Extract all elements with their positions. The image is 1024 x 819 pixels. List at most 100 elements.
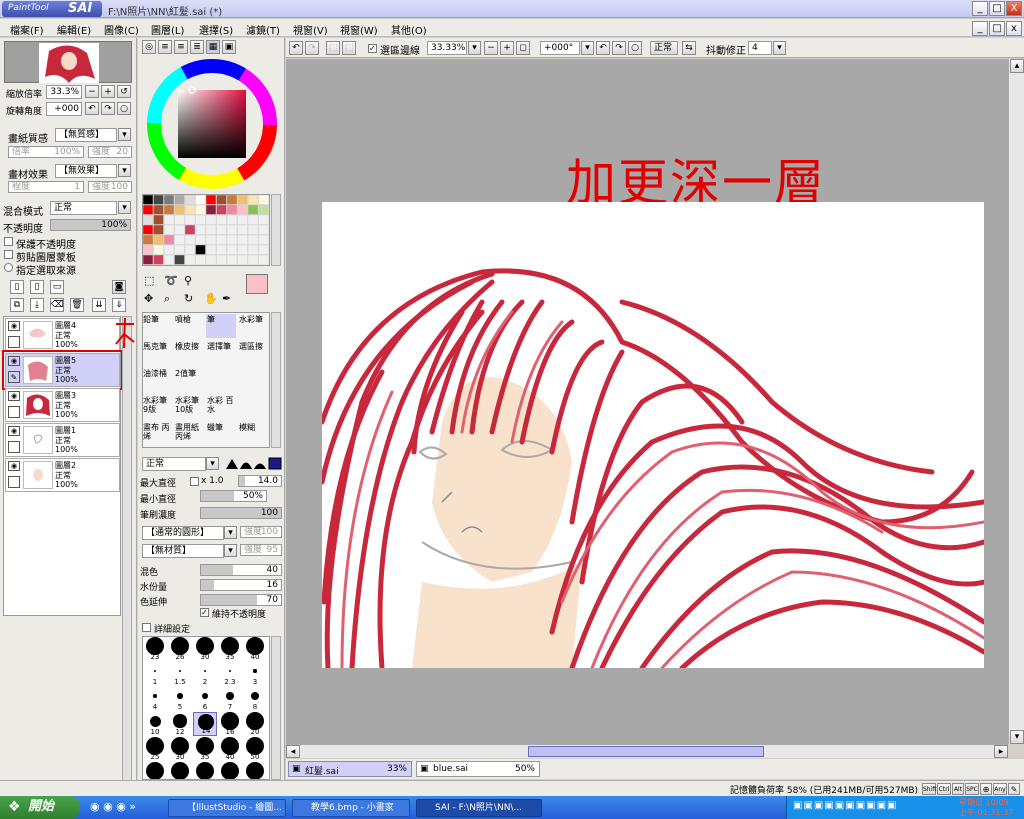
menu-other[interactable]: 其他(O) bbox=[391, 22, 427, 37]
keep-opacity-checkbox[interactable]: ✓ bbox=[200, 608, 209, 617]
scroll-right-icon[interactable]: ▸ bbox=[994, 745, 1008, 758]
tab-red-hair[interactable]: ▣ 紅髮.sai 33% bbox=[288, 761, 412, 777]
paper-rate-slider[interactable]: 倍率 100% bbox=[8, 146, 84, 158]
undo-icon[interactable]: ↶ bbox=[289, 41, 303, 55]
selection-edge-checkbox[interactable]: ✓ bbox=[368, 44, 377, 53]
brush-shape-dropdown-icon[interactable]: ▾ bbox=[224, 526, 237, 539]
merge-layer-icon[interactable]: ⤓ bbox=[30, 298, 44, 312]
brush-size-cell[interactable]: 3 bbox=[243, 662, 267, 686]
swatches-tab-icon[interactable]: ▦ bbox=[206, 40, 220, 54]
tool-4-1[interactable]: 畫用紙 丙烯 bbox=[174, 422, 204, 446]
tool-3-0[interactable]: 水彩筆 9版 bbox=[142, 395, 172, 419]
brush-size-cell[interactable]: 25 bbox=[143, 737, 167, 761]
opacity-slider[interactable]: 100% bbox=[50, 219, 131, 231]
brush-mode-dropdown-icon[interactable]: ▾ bbox=[206, 457, 219, 470]
new-layer-icon[interactable]: ▯ bbox=[10, 280, 24, 294]
tray-icons[interactable]: ▣▣▣▣▣▣▣▣▣▣ bbox=[793, 800, 897, 811]
lock-icon[interactable] bbox=[8, 476, 20, 488]
tool-4-0[interactable]: 畫布 丙烯 bbox=[142, 422, 172, 446]
scratchpad-tab-icon[interactable]: ▣ bbox=[222, 40, 236, 54]
view-mode-button[interactable]: 正常 bbox=[650, 41, 678, 55]
menu-select[interactable]: 選擇(S) bbox=[199, 22, 233, 37]
foreground-color[interactable] bbox=[246, 274, 268, 294]
flip-icon[interactable]: ⇆ bbox=[682, 41, 696, 55]
texture-strength-slider[interactable]: 強度 95 bbox=[240, 544, 282, 556]
tool-2-2[interactable] bbox=[206, 368, 236, 392]
horizontal-scrollbar[interactable]: ◂ ▸ bbox=[286, 744, 1008, 758]
doc-minimize-button[interactable]: _ bbox=[972, 21, 988, 36]
taskbar-item-illuststudio[interactable]: 【IllustStudio - 繪圖... bbox=[168, 799, 286, 817]
tool-0-1[interactable]: 噴槍 bbox=[174, 314, 204, 338]
density-slider[interactable]: 100 bbox=[200, 507, 282, 519]
size-mult-checkbox[interactable] bbox=[190, 477, 199, 486]
hsv-slider-tab-icon[interactable]: ≡ bbox=[174, 40, 188, 54]
pen-icon[interactable]: ✎ bbox=[8, 371, 20, 383]
paper-degree-slider[interactable]: 程度 1 bbox=[8, 181, 84, 193]
merge-visible-icon[interactable]: ⇓ bbox=[112, 298, 126, 312]
layer-scrollbar[interactable] bbox=[122, 316, 132, 790]
minimize-button[interactable]: _ bbox=[972, 1, 988, 16]
layer-item-2[interactable]: ◉ 圖層2 正常 100% bbox=[5, 458, 120, 492]
taskbar-item-sai[interactable]: SAI - F:\N照片\NN\... bbox=[416, 799, 542, 817]
selection-source-radio[interactable] bbox=[4, 263, 13, 272]
scroll-left-icon[interactable]: ◂ bbox=[286, 745, 300, 758]
paper-strength2-slider[interactable]: 強度 100 bbox=[88, 181, 132, 193]
paper-effect-select[interactable]: 【無效果】 bbox=[55, 164, 117, 178]
tool-scrollbar[interactable] bbox=[271, 312, 281, 448]
canvas-viewport[interactable]: 加更深一層 顏色 bbox=[286, 59, 1008, 744]
lock-icon[interactable] bbox=[8, 441, 20, 453]
deselect-icon[interactable]: ⬚ bbox=[326, 41, 340, 55]
lock-icon[interactable] bbox=[8, 336, 20, 348]
doc-close-button[interactable]: x bbox=[1006, 21, 1022, 36]
blend-mode-dropdown-icon[interactable]: ▾ bbox=[118, 201, 131, 214]
rotate-ccw-icon[interactable]: ↶ bbox=[596, 41, 610, 55]
brush-size-cell[interactable]: 6 bbox=[193, 687, 217, 711]
tool-4-2[interactable]: 蠟筆 bbox=[206, 422, 236, 446]
menu-image[interactable]: 圖像(C) bbox=[104, 22, 139, 37]
brush-size-cell[interactable]: 20 bbox=[243, 712, 267, 736]
brush-shape-select[interactable]: 【通常的圓形】 bbox=[142, 526, 224, 540]
brush-size-cell[interactable]: 50 bbox=[243, 737, 267, 761]
lock-icon[interactable] bbox=[8, 406, 20, 418]
lasso-icon[interactable]: ➰ bbox=[164, 274, 178, 287]
brush-size-cell[interactable]: 35 bbox=[193, 737, 217, 761]
rotate-icon[interactable]: ↻ bbox=[184, 292, 193, 305]
brush-size-cell[interactable]: 14 bbox=[193, 712, 217, 736]
toolbar-zoom-reset-icon[interactable]: ◻ bbox=[516, 41, 530, 55]
stabilizer-select[interactable]: 4 bbox=[748, 41, 772, 55]
color-wheel-tab-icon[interactable]: ◎ bbox=[142, 40, 156, 54]
tool-3-2[interactable]: 水彩 百水 bbox=[206, 395, 236, 419]
visibility-eye-icon[interactable]: ◉ bbox=[8, 321, 20, 331]
merge-down-icon[interactable]: ⇊ bbox=[92, 298, 106, 312]
brush-size-cell[interactable]: 16 bbox=[218, 712, 242, 736]
brush-size-cell[interactable]: 60 bbox=[143, 762, 167, 779]
redo-icon[interactable]: ↷ bbox=[305, 41, 319, 55]
layer-item-3[interactable]: ◉ 圖層3 正常 100% bbox=[5, 388, 120, 422]
dilution-slider[interactable]: 16 bbox=[200, 579, 282, 591]
rotate-left-button[interactable]: ↶ bbox=[85, 102, 99, 115]
maximize-button[interactable]: □ bbox=[989, 1, 1005, 16]
tab-blue[interactable]: ▣ blue.sai 50% bbox=[416, 761, 540, 777]
brush-size-cell[interactable]: 35 bbox=[218, 637, 242, 661]
brush-size-cell[interactable]: 10 bbox=[143, 712, 167, 736]
menu-layer[interactable]: 圖層(L) bbox=[151, 22, 184, 37]
layer-item-4[interactable]: ◉ 圖層4 正常 100% bbox=[5, 318, 120, 352]
persistence-slider[interactable]: 70 bbox=[200, 594, 282, 606]
quicklaunch-icons[interactable]: ◉ ◉ ◉ » bbox=[90, 800, 136, 813]
brush-size-cell[interactable]: 2 bbox=[193, 662, 217, 686]
vertical-scrollbar[interactable]: ▴ ▾ bbox=[1008, 59, 1024, 744]
tool-2-0[interactable]: 油漆桶 bbox=[142, 368, 172, 392]
tool-3-3[interactable] bbox=[238, 395, 268, 419]
paper-effect-dropdown-icon[interactable]: ▾ bbox=[118, 164, 131, 177]
clipping-mask-checkbox[interactable] bbox=[4, 250, 13, 259]
scroll-up-icon[interactable]: ▴ bbox=[1010, 59, 1024, 73]
brush-size-cell[interactable]: 40 bbox=[218, 737, 242, 761]
rect-select-icon[interactable]: ⬚ bbox=[144, 274, 154, 287]
brush-texture-dropdown-icon[interactable]: ▾ bbox=[224, 544, 237, 557]
tool-2-3[interactable] bbox=[238, 368, 268, 392]
brush-size-cell[interactable]: 4 bbox=[143, 687, 167, 711]
close-button[interactable]: X bbox=[1006, 1, 1022, 16]
rotate-reset-icon[interactable]: ○ bbox=[628, 41, 642, 55]
toolbar-zoom-dropdown-icon[interactable]: ▾ bbox=[468, 41, 481, 55]
paper-texture-select[interactable]: 【無質感】 bbox=[55, 128, 117, 142]
